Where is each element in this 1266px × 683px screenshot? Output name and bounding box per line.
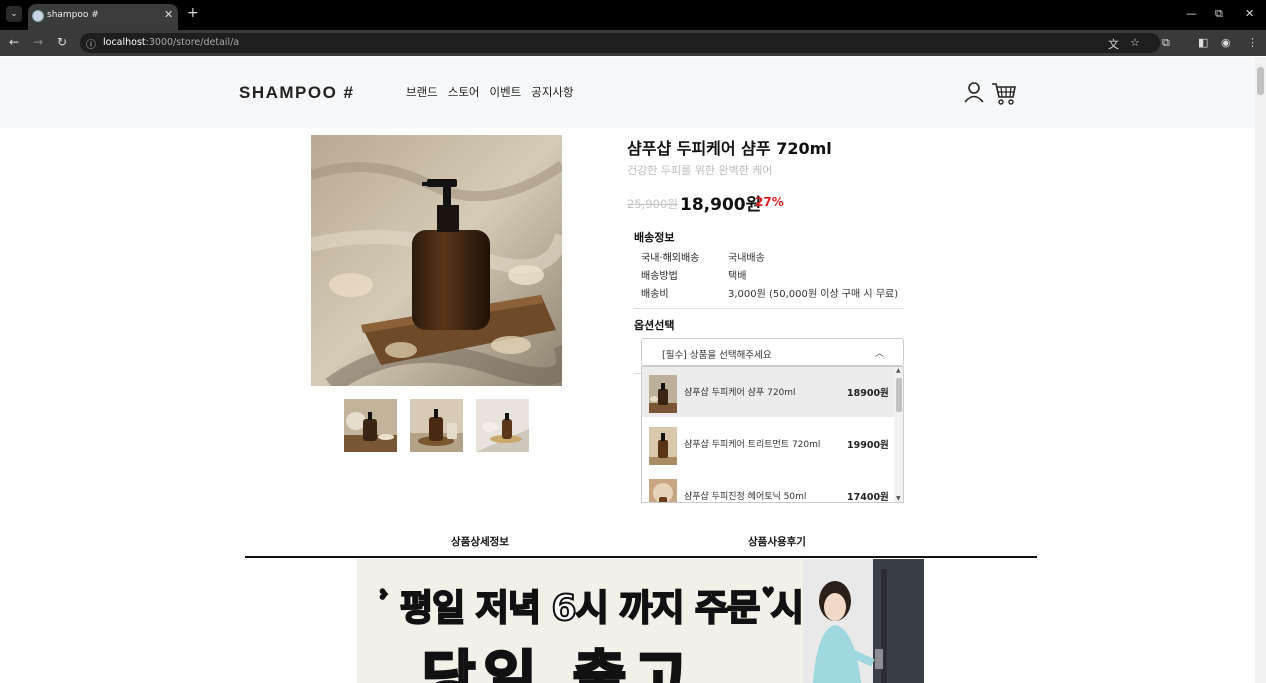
option-name: 샴푸샵 두피케어 트리트먼트 720ml xyxy=(684,440,821,450)
main-nav: 브랜드 스토어 이벤트 공지사항 xyxy=(406,84,574,100)
sale-price: 18,900원 xyxy=(680,195,762,215)
option-item[interactable]: 샴푸샵 두피진정 헤어토닉 50ml 17400원 xyxy=(642,471,894,503)
new-tab-button[interactable]: + xyxy=(187,5,199,21)
reload-icon[interactable]: ↻ xyxy=(57,35,67,49)
nav-event[interactable]: 이벤트 xyxy=(490,84,522,100)
page-scroll-thumb[interactable] xyxy=(1257,67,1264,95)
browser-tab[interactable]: shampoo # ✕ xyxy=(28,4,178,30)
user-icon[interactable] xyxy=(963,81,985,103)
option-heading: 옵션선택 xyxy=(634,319,675,332)
site-info-icon[interactable]: ⓘ xyxy=(86,36,96,51)
address-bar[interactable]: ⓘ localhost:3000/store/detail/a xyxy=(80,33,1160,53)
nav-store[interactable]: 스토어 xyxy=(448,84,480,100)
page-scrollbar[interactable] xyxy=(1255,57,1266,683)
nav-notice[interactable]: 공지사항 xyxy=(531,84,573,100)
site-header: SHAMPOO # 브랜드 스토어 이벤트 공지사항 xyxy=(0,57,1255,128)
nav-brand[interactable]: 브랜드 xyxy=(406,84,438,100)
product-thumbnail-2[interactable] xyxy=(410,399,463,452)
dropdown-scrollbar[interactable]: ▲ ▼ xyxy=(894,367,903,502)
shipping-label-region: 국내·해외배송 xyxy=(641,253,700,264)
option-name: 샴푸샵 두피진정 헤어토닉 50ml xyxy=(684,492,807,502)
side-panel-icon[interactable]: ◧ xyxy=(1198,36,1208,49)
tab-product-review[interactable]: 상품사용후기 xyxy=(748,534,806,549)
close-window-button[interactable]: ✕ xyxy=(1245,7,1254,20)
favicon-icon xyxy=(32,10,44,22)
page-content: SHAMPOO # 브랜드 스토어 이벤트 공지사항 샴푸샵 두피케어 샴푸 7… xyxy=(0,57,1255,683)
shipping-value-fee: 3,000원 (50,000원 이상 구매 시 무료) xyxy=(728,289,899,300)
option-name: 샴푸샵 두피케어 샴푸 720ml xyxy=(684,388,796,398)
restore-button[interactable]: ⧉ xyxy=(1215,7,1223,21)
heart-icon: ❥ xyxy=(377,585,391,604)
tab-close-icon[interactable]: ✕ xyxy=(164,8,173,21)
option-select-placeholder: [필수] 상품을 선택해주세요 xyxy=(662,350,772,361)
profile-avatar-icon[interactable]: ◉ xyxy=(1221,36,1231,49)
option-item[interactable]: 샴푸샵 두피케어 트리트먼트 720ml 19900원 xyxy=(642,419,894,469)
browser-tab-bar: ⌄ shampoo # ✕ + — ⧉ ✕ xyxy=(0,0,1266,30)
minimize-button[interactable]: — xyxy=(1186,7,1197,20)
back-icon[interactable]: ← xyxy=(9,35,19,49)
product-thumbnail-3[interactable] xyxy=(476,399,529,452)
product-main-image xyxy=(311,135,562,386)
divider xyxy=(634,308,904,309)
detail-tabs: 상품상세정보 상품사용후기 xyxy=(245,523,1037,558)
option-price: 19900원 xyxy=(847,440,889,451)
option-thumbnail xyxy=(649,375,677,413)
banner-headline: 평일 저녁 6시 까지 주문 시 xyxy=(399,587,805,630)
option-price: 17400원 xyxy=(847,492,889,503)
more-menu-icon[interactable]: ⋮ xyxy=(1247,36,1258,49)
bookmark-star-icon[interactable]: ☆ xyxy=(1130,36,1140,49)
option-thumbnail xyxy=(649,479,677,502)
option-price: 18900원 xyxy=(847,388,889,399)
shipping-label-method: 배송방법 xyxy=(641,271,678,282)
chevron-up-icon: ︿ xyxy=(875,349,885,359)
product-thumbnail-1[interactable] xyxy=(344,399,397,452)
browser-toolbar: ← → ↻ ⓘ localhost:3000/store/detail/a 文 … xyxy=(0,30,1266,56)
tab-title: shampoo # xyxy=(47,10,99,20)
scroll-down-icon[interactable]: ▼ xyxy=(896,495,901,502)
site-logo[interactable]: SHAMPOO # xyxy=(239,83,355,103)
shipping-value-method: 택배 xyxy=(728,271,747,282)
forward-icon[interactable]: → xyxy=(33,35,43,49)
product-title: 샴푸샵 두피케어 샴푸 720ml xyxy=(627,139,832,158)
scroll-up-icon[interactable]: ▲ xyxy=(896,367,901,374)
option-thumbnail xyxy=(649,427,677,465)
extensions-icon[interactable]: ⧉ xyxy=(1162,36,1170,50)
divider xyxy=(634,373,641,374)
detail-banner-image: ❥ ♥ 평일 저녁 6시 까지 주문 시 당일 출고 xyxy=(357,559,924,683)
discount-rate: 27% xyxy=(755,195,784,209)
banner-photo xyxy=(803,559,924,683)
product-subtitle: 건강한 두피를 위한 완벽한 케어 xyxy=(627,164,773,177)
tab-search-button[interactable]: ⌄ xyxy=(6,6,22,22)
banner-highlight: 당일 출고 xyxy=(421,643,696,683)
cart-icon[interactable] xyxy=(991,81,1017,105)
translate-icon[interactable]: 文 xyxy=(1108,36,1119,52)
original-price: 25,900원 xyxy=(627,197,678,211)
option-dropdown-list: 샴푸샵 두피케어 샴푸 720ml 18900원 샴푸샵 두피케어 트리트먼트 … xyxy=(641,366,904,503)
tab-product-detail[interactable]: 상품상세정보 xyxy=(451,534,509,549)
url-text: localhost:3000/store/detail/a xyxy=(103,37,240,48)
shipping-heading: 배송정보 xyxy=(634,231,675,244)
option-select[interactable]: [필수] 상품을 선택해주세요 ︿ xyxy=(641,338,904,366)
option-item[interactable]: 샴푸샵 두피케어 샴푸 720ml 18900원 xyxy=(642,367,894,417)
shipping-label-fee: 배송비 xyxy=(641,289,669,300)
shipping-value-region: 국내배송 xyxy=(728,253,765,264)
dropdown-scroll-thumb[interactable] xyxy=(896,378,902,412)
